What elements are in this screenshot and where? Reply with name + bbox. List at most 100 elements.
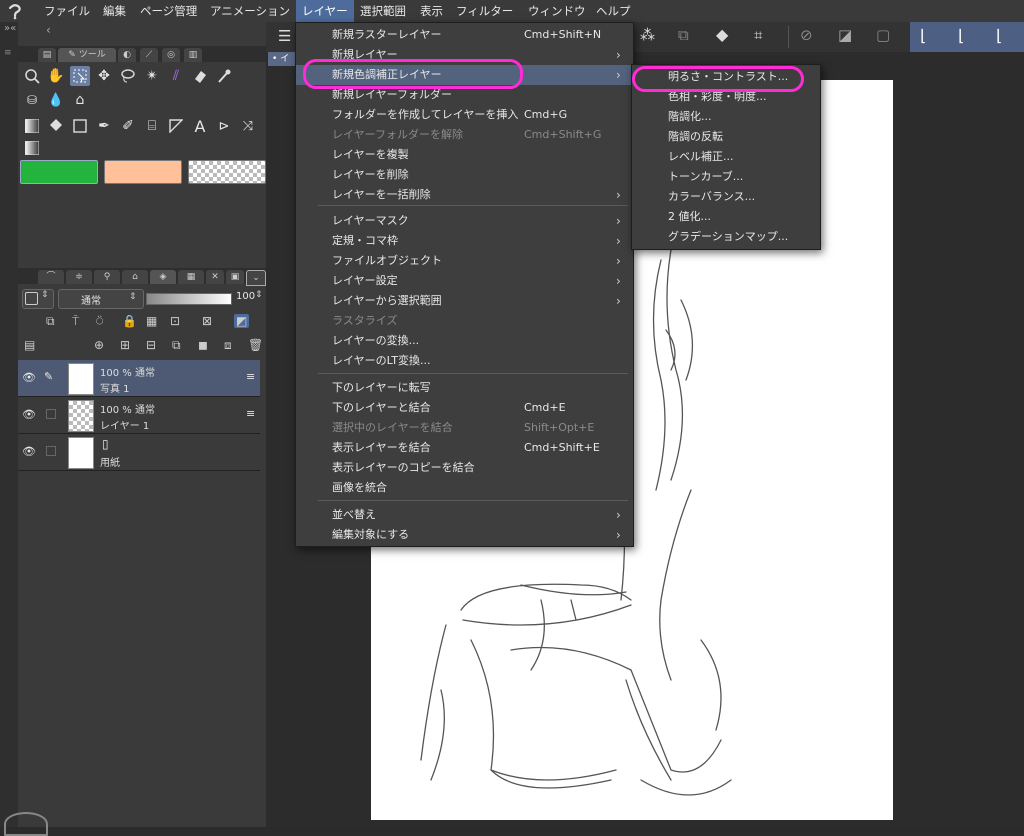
collapse-arrows-icon[interactable]: »« (4, 23, 16, 34)
eye-icon[interactable]: 👁 (22, 371, 36, 384)
spinner-icon[interactable]: ⁂ (640, 26, 655, 44)
ruler-icon[interactable] (166, 116, 186, 136)
lasso-icon[interactable] (118, 66, 138, 86)
menu-view[interactable]: 表示 (414, 0, 449, 22)
new-raster-layer-icon[interactable]: ⊕ (94, 338, 104, 352)
drag-handle-icon[interactable]: ≡ (4, 48, 12, 58)
menu-item-new-raster-layer[interactable]: 新規ラスターレイヤー Cmd+Shift+N (296, 25, 631, 45)
layers-icon[interactable]: ⧉ (678, 26, 689, 44)
menu-selection[interactable]: 選択範囲 (354, 0, 412, 22)
submenu-item-level-correction[interactable]: レベル補正... (632, 147, 822, 167)
menu-item-create-folder-insert-layer[interactable]: フォルダーを作成してレイヤーを挿入 Cmd+G (296, 105, 631, 125)
menu-item-duplicate-layer[interactable]: レイヤーを複製 (296, 145, 631, 165)
frame-icon[interactable]: ▢ (876, 26, 890, 44)
house-icon[interactable]: ⌂ (70, 90, 90, 110)
submenu-item-hue-saturation-luminosity[interactable]: 色相・彩度・明度... (632, 87, 822, 107)
operation-gradient-icon[interactable] (22, 138, 42, 158)
opacity-value[interactable]: 100 (236, 291, 255, 302)
draft-icon[interactable]: ⍥ (96, 314, 103, 329)
lock-transparency-icon[interactable]: ▦ (146, 314, 157, 328)
tab-extra-icon[interactable]: ▣ (226, 270, 244, 284)
tab-search-layer-icon[interactable]: ⌂ (122, 270, 148, 284)
menu-item-layer-mask[interactable]: レイヤーマスク › (296, 211, 631, 231)
pen-edit-icon[interactable]: ✎ (44, 370, 53, 383)
menu-item-flatten-image[interactable]: 画像を統合 (296, 478, 631, 498)
submenu-item-brightness-contrast[interactable]: 明るさ・コントラスト... (632, 67, 822, 87)
blend-mode-select[interactable]: 通常 ⇕ (58, 289, 144, 309)
menu-item-convert-layer[interactable]: レイヤーの変換... (296, 331, 631, 351)
main-color-swatch[interactable] (20, 160, 98, 184)
menu-item-arrange[interactable]: 並べ替え › (296, 505, 631, 525)
tab-anim-icon[interactable]: ▦ (178, 270, 204, 284)
menu-item-file-object[interactable]: ファイルオブジェクト › (296, 251, 631, 271)
rectangle-icon[interactable] (70, 116, 90, 136)
menu-window[interactable]: ウィンドウ (522, 0, 592, 22)
menu-item-ruler-frame[interactable]: 定規・コマ枠 › (296, 231, 631, 251)
clear-selection-icon[interactable]: ⊘ (800, 26, 813, 44)
tab-tool[interactable]: ✎ ツール (58, 48, 116, 62)
bottom-circle-icon[interactable] (4, 812, 48, 836)
menu-item-convert-layer-lt[interactable]: レイヤーのLT変換... (296, 351, 631, 371)
chevron-down-icon[interactable]: ⌄ (246, 270, 266, 286)
submenu-item-posterization[interactable]: 階調化... (632, 107, 822, 127)
gradient-icon[interactable] (22, 116, 42, 136)
transparent-color-swatch[interactable] (188, 160, 266, 184)
reference-icon[interactable]: ⍑ (72, 314, 79, 329)
trash-icon[interactable]: 🗑 (248, 338, 263, 352)
menu-edit[interactable]: 編集 (97, 0, 132, 22)
menu-filter[interactable]: フィルター (450, 0, 519, 22)
tab-info-icon[interactable]: ⚲ (94, 270, 120, 284)
fill-bucket-icon[interactable] (46, 116, 66, 136)
zoom-icon[interactable] (22, 66, 42, 86)
menu-item-batch-delete-layers[interactable]: レイヤーを一括削除 › (296, 185, 631, 205)
layer-row-paper[interactable]: 👁 ▯ 用紙 (18, 434, 260, 471)
pen-tool-icon[interactable]: ✒ (94, 116, 114, 136)
edit-toggle-icon[interactable] (46, 446, 56, 456)
layer-color-select[interactable]: ⇕ (22, 289, 54, 309)
new-folder-icon[interactable]: ⊟ (146, 338, 156, 352)
menu-item-merge-with-lower-layer[interactable]: 下のレイヤーと結合 Cmd+E (296, 398, 631, 418)
tab-wheel-icon[interactable]: ◎ (162, 48, 180, 62)
clip-icon[interactable]: ⧉ (46, 314, 55, 329)
layer-row-layer1[interactable]: 👁 100 % 通常 レイヤー 1 ≡ (18, 397, 260, 434)
menu-item-merge-visible-to-new-layer[interactable]: 表示レイヤーのコピーを結合 (296, 458, 631, 478)
lock-icon[interactable]: 🔒 (122, 314, 137, 328)
menu-file[interactable]: ファイル (38, 0, 96, 22)
blend-drops-icon[interactable]: 💧 (46, 90, 66, 110)
menu-animation[interactable]: アニメーション (204, 0, 296, 22)
move-icon[interactable]: ✥ (94, 66, 114, 86)
opacity-slider[interactable] (146, 293, 232, 305)
magic-wand-icon[interactable]: ✴ (142, 66, 162, 86)
eraser-icon[interactable] (190, 66, 210, 86)
menu-page-management[interactable]: ページ管理 (134, 0, 203, 22)
tab-nav-icon[interactable]: ⌒ (38, 270, 64, 284)
menu-item-transfer-to-lower-layer[interactable]: 下のレイヤーに転写 (296, 378, 631, 398)
frame-border-icon[interactable]: ⌸ (142, 116, 162, 136)
submenu-item-reverse-gradient[interactable]: 階調の反転 (632, 127, 822, 147)
close-icon[interactable]: ✕ (206, 270, 224, 284)
app-logo-icon[interactable] (6, 2, 24, 20)
hand-icon[interactable]: ✋ (46, 66, 66, 86)
object-select-icon[interactable] (70, 66, 90, 86)
layer-panel-menu-icon[interactable]: ▤ (24, 338, 35, 352)
menu-layer[interactable]: レイヤー (296, 0, 354, 22)
mask-enable-icon[interactable]: ⊡ (170, 314, 180, 328)
combine-icon[interactable]: ◼ (198, 338, 208, 352)
submenu-item-color-balance[interactable]: カラーバランス... (632, 187, 822, 207)
eye-icon[interactable]: 👁 (22, 445, 36, 458)
submenu-item-gradient-map[interactable]: グラデーションマップ... (632, 227, 822, 247)
tab-sub-tool-icon[interactable]: ▤ (38, 48, 56, 62)
menu-item-selection-from-layer[interactable]: レイヤーから選択範囲 › (296, 291, 631, 311)
tab-material-icon[interactable]: ▥ (184, 48, 202, 62)
pen-preset-3-icon[interactable]: ⌊ (996, 26, 1002, 45)
transfer-down-icon[interactable]: ⧉ (172, 338, 181, 353)
fill-icon[interactable]: ◆ (716, 25, 728, 44)
menu-item-merge-visible-layers[interactable]: 表示レイヤーを結合 Cmd+Shift+E (296, 438, 631, 458)
invert-icon[interactable]: ◪ (838, 26, 852, 44)
tab-layer-icon[interactable]: ◈ (150, 270, 176, 284)
eye-icon[interactable]: 👁 (22, 408, 36, 421)
balloon-icon[interactable]: ⊳ (214, 116, 234, 136)
brush-icon[interactable]: ⫽ (166, 66, 186, 86)
tab-property-icon[interactable]: ≑ (66, 270, 92, 284)
new-vector-layer-icon[interactable]: ⊞ (120, 338, 130, 352)
